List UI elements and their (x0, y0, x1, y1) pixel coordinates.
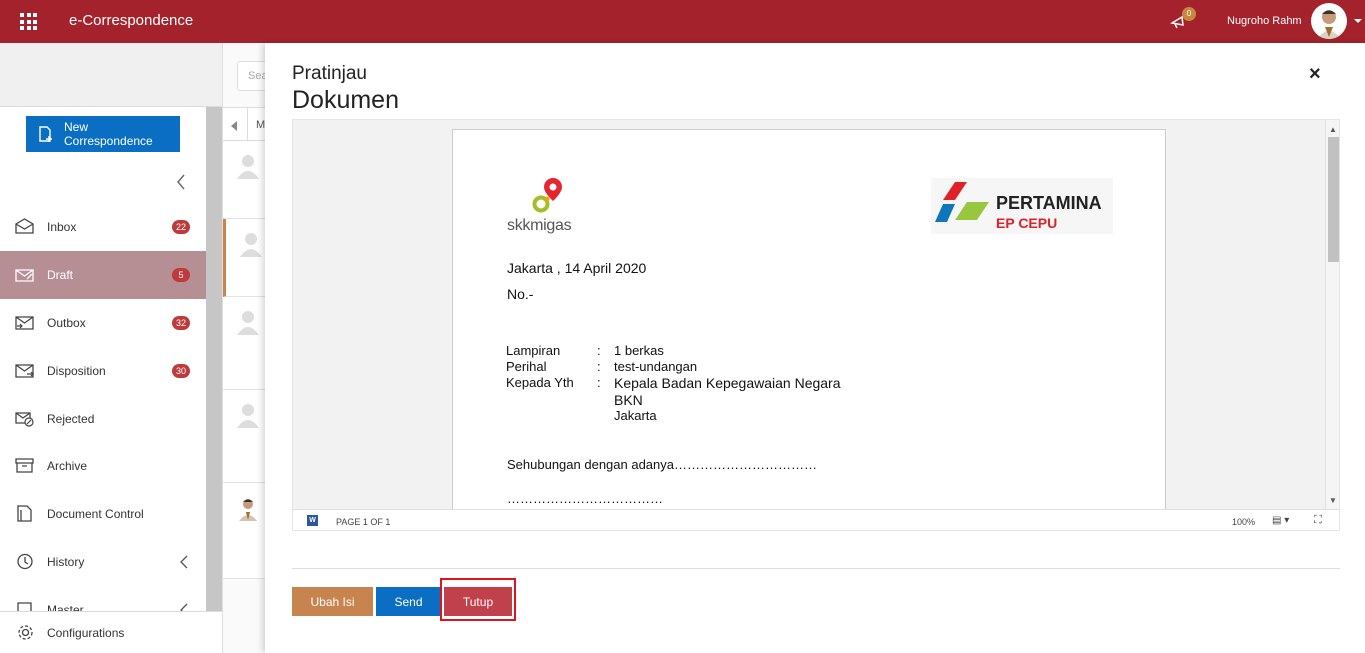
correspondence-list: Search M (222, 43, 277, 653)
user-avatar[interactable] (1311, 3, 1347, 39)
scroll-up-icon[interactable]: ▲ (1329, 125, 1337, 134)
recipient-line3: Jakarta (614, 408, 657, 423)
sender-avatar (239, 499, 257, 521)
history-icon (17, 553, 33, 570)
disposition-icon (15, 364, 34, 378)
viewer-scrollbar[interactable]: ▲ ▼ (1325, 120, 1339, 509)
inbox-count-badge: 22 (172, 220, 190, 234)
history-expand-chevron-icon[interactable] (180, 555, 188, 569)
body-line2: ……………………………… (507, 491, 663, 506)
rejected-icon (15, 412, 34, 427)
field-separator: : (597, 343, 601, 358)
sidebar-item-disposition[interactable]: Disposition 30 (0, 347, 206, 395)
zoom-level[interactable]: 100% (1232, 517, 1255, 527)
modal-title-line1: Pratinjau (292, 63, 367, 84)
document-preview-panel: Pratinjau Dokumen × skkmigas PERTAMINA E… (265, 43, 1365, 653)
pertamina-logo: PERTAMINA EP CEPU (931, 178, 1113, 234)
new-document-icon (39, 125, 52, 142)
field-separator: : (597, 359, 601, 374)
sidebar-item-draft[interactable]: Draft 5 (0, 251, 206, 299)
sidebar-item-label: Inbox (47, 220, 77, 234)
skkmigas-logo-text: skkmigas (507, 217, 572, 234)
person-placeholder-icon (240, 233, 262, 257)
document-date: Jakarta , 14 April 2020 (507, 260, 647, 276)
sidebar-item-label: Document Control (47, 507, 144, 521)
view-mode-icon[interactable]: ▤ ▾ (1272, 515, 1289, 526)
sidebar-item-document-control[interactable]: Document Control (0, 490, 206, 538)
body-line1: Sehubungan dengan adanya…………………………… (507, 457, 817, 472)
divider (292, 568, 1340, 569)
field-label: Lampiran (506, 343, 561, 358)
person-placeholder-icon (237, 155, 259, 179)
field-separator: : (597, 375, 601, 390)
list-item[interactable] (223, 297, 266, 390)
configurations-button[interactable]: Configurations (0, 611, 222, 653)
sidebar-header (0, 43, 222, 107)
sidebar-item-label: Outbox (47, 316, 86, 330)
sidebar-item-outbox[interactable]: Outbox 32 (0, 299, 206, 347)
draft-icon (15, 269, 34, 282)
scroll-down-icon[interactable]: ▼ (1329, 496, 1337, 505)
sidebar-item-archive[interactable]: Archive (0, 442, 206, 490)
document-control-icon (17, 505, 32, 522)
outbox-icon (15, 316, 34, 330)
list-header-label: M (256, 119, 266, 131)
highlight-box (440, 578, 516, 621)
field-label: Kepada Yth (506, 375, 574, 390)
word-document-icon: W (307, 515, 318, 526)
send-button[interactable]: Send (376, 587, 441, 616)
sidebar-item-label: History (47, 555, 85, 569)
document-page: skkmigas PERTAMINA EP CEPU Jakarta , 14 … (452, 129, 1166, 530)
configurations-label: Configurations (47, 625, 125, 640)
top-bar: e-Correspondence 0 Nugroho Rahm (0, 0, 1365, 43)
field-value: test-undangan (614, 359, 698, 374)
archive-icon (15, 458, 34, 473)
field-value: Kepala Badan Kepegawaian Negara (614, 375, 841, 391)
list-header: M (223, 107, 266, 142)
inbox-icon (15, 218, 34, 234)
person-placeholder-icon (237, 311, 259, 335)
list-item[interactable] (223, 483, 266, 579)
sidebar-item-rejected[interactable]: Rejected (0, 395, 206, 443)
fit-screen-icon[interactable]: ⛶ (1314, 514, 1322, 527)
list-item[interactable] (223, 141, 266, 219)
close-icon[interactable]: × (1309, 63, 1321, 86)
sidebar-item-label: Disposition (47, 364, 106, 378)
user-name[interactable]: Nugroho Rahm (1227, 15, 1302, 27)
pertamina-logo-text: PERTAMINA (996, 193, 1102, 213)
outbox-count-badge: 32 (172, 316, 190, 330)
page-indicator: PAGE 1 OF 1 (336, 517, 391, 527)
viewer-status-bar: W PAGE 1 OF 1 100% ▤ ▾ ⛶ (293, 509, 1339, 530)
sidebar-item-label: Archive (47, 459, 88, 473)
person-placeholder-icon (237, 404, 259, 428)
document-number: No.- (507, 286, 534, 302)
sidebar: New Correspondence Inbox 22 Draft 5 Outb… (0, 43, 222, 653)
new-correspondence-button[interactable]: New Correspondence (26, 116, 180, 152)
gear-icon (18, 625, 33, 640)
sidebar-item-inbox[interactable]: Inbox 22 (0, 203, 206, 251)
sidebar-item-history[interactable]: History (0, 538, 206, 586)
field-value: 1 berkas (614, 343, 664, 358)
document-viewer: skkmigas PERTAMINA EP CEPU Jakarta , 14 … (292, 119, 1340, 531)
notification-badge: 0 (1182, 7, 1196, 21)
collapse-sidebar-chevron-icon[interactable] (176, 174, 186, 190)
sidebar-item-label: Rejected (47, 412, 95, 426)
new-correspondence-label: New Correspondence (64, 120, 153, 148)
edit-content-button[interactable]: Ubah Isi (292, 587, 373, 616)
pertamina-logo-subtext: EP CEPU (996, 215, 1058, 231)
disposition-count-badge: 30 (172, 364, 190, 378)
back-arrow-icon[interactable] (231, 121, 237, 131)
field-label: Perihal (506, 359, 547, 374)
sidebar-item-label: Draft (47, 268, 74, 282)
list-item[interactable] (223, 390, 266, 483)
scroll-thumb[interactable] (1328, 137, 1339, 262)
list-item[interactable] (223, 219, 266, 297)
app-title: e-Correspondence (69, 12, 194, 29)
user-menu-caret-icon[interactable] (1354, 19, 1362, 23)
sidebar-scrollbar[interactable] (206, 107, 222, 653)
modal-title-line2: Dokumen (292, 86, 399, 114)
recipient-line2: BKN (614, 392, 643, 408)
apps-grid-icon[interactable] (20, 13, 37, 30)
draft-count-badge: 5 (172, 268, 190, 282)
